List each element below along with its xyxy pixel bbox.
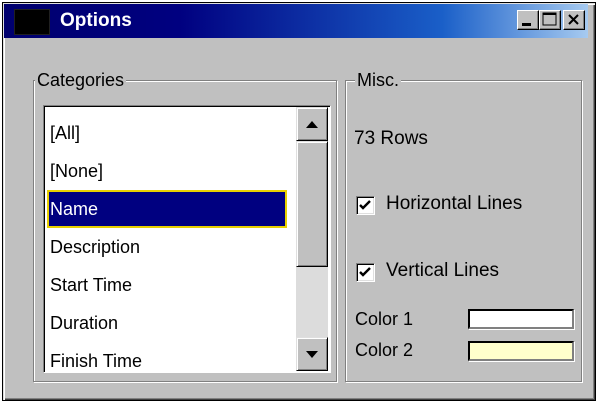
misc-group: Misc. (345, 68, 582, 382)
horizontal-lines-label[interactable]: Horizontal Lines (386, 193, 522, 215)
maximize-icon (542, 12, 557, 26)
scroll-up-button[interactable] (296, 107, 328, 141)
vertical-lines-label[interactable]: Vertical Lines (386, 260, 499, 282)
list-item-start-time[interactable]: Start Time (47, 266, 287, 304)
row-count-text: 73 Rows (354, 128, 428, 149)
list-item-name[interactable]: Name (47, 190, 287, 228)
maximize-button[interactable] (539, 10, 561, 30)
checkmark-icon (359, 267, 371, 277)
minimize-icon (522, 23, 531, 26)
arrow-up-icon (306, 121, 318, 128)
close-button[interactable] (563, 10, 585, 30)
categories-list: [All] [None] Name Description Start Time… (47, 114, 287, 372)
arrow-down-icon (306, 351, 318, 358)
list-item-all[interactable]: [All] (47, 114, 287, 152)
list-item-duration[interactable]: Duration (47, 304, 287, 342)
misc-group-label: Misc. (355, 68, 401, 92)
list-item-description[interactable]: Description (47, 228, 287, 266)
close-icon (568, 14, 579, 25)
window-title: Options (60, 10, 132, 31)
horizontal-lines-checkbox[interactable] (356, 196, 375, 215)
color2-label: Color 2 (355, 340, 414, 360)
list-item-none[interactable]: [None] (47, 152, 287, 190)
categories-scrollbar[interactable] (296, 107, 328, 371)
color1-swatch[interactable] (468, 309, 574, 329)
window-system-icon[interactable] (14, 9, 50, 35)
vertical-lines-checkbox[interactable] (356, 263, 375, 282)
scroll-down-button[interactable] (296, 337, 328, 371)
title-bar[interactable]: Options (4, 4, 588, 38)
list-item-finish-time[interactable]: Finish Time (47, 342, 287, 372)
color1-label: Color 1 (355, 309, 414, 329)
checkmark-icon (359, 200, 371, 210)
color2-swatch[interactable] (468, 341, 574, 361)
scrollbar-thumb[interactable] (296, 141, 328, 267)
categories-group-label: Categories (35, 68, 127, 92)
minimize-button[interactable] (517, 10, 539, 30)
categories-listbox[interactable]: [All] [None] Name Description Start Time… (43, 105, 331, 373)
